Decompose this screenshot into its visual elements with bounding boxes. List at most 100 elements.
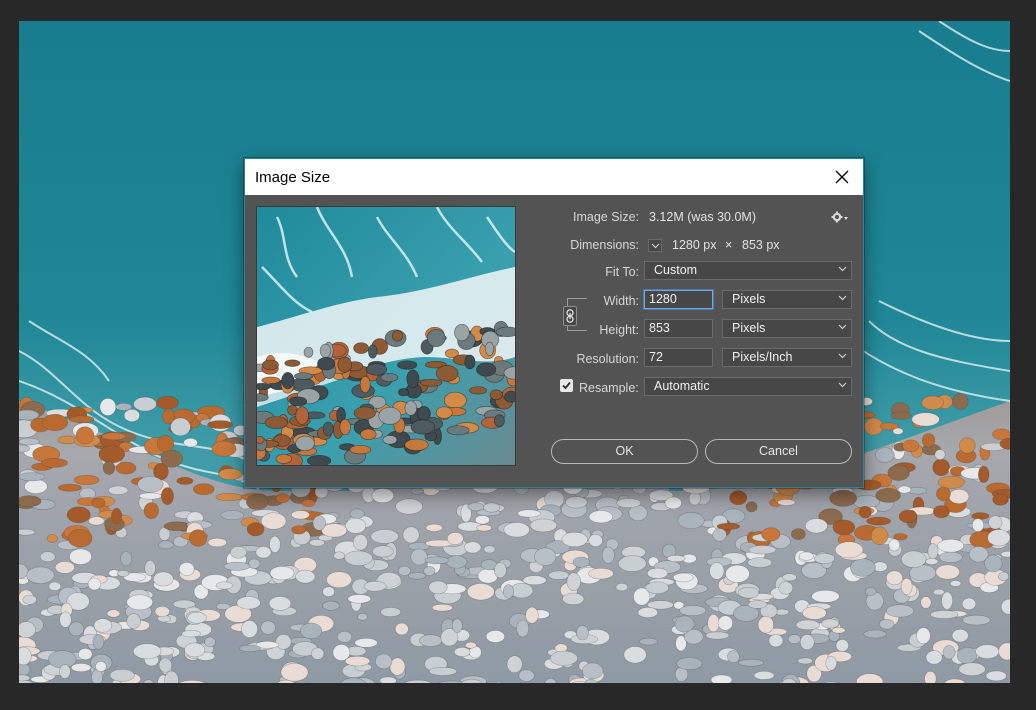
pebble [525, 606, 539, 624]
pebble [424, 556, 450, 565]
height-input[interactable] [649, 320, 708, 337]
pebble [864, 587, 877, 596]
preview-pebble [493, 414, 505, 428]
preview-pebble [360, 428, 377, 440]
pebble [301, 499, 316, 507]
pebble [787, 634, 801, 644]
chevron-down-icon [838, 324, 847, 330]
pebble [677, 511, 705, 529]
preview-pebble [322, 421, 334, 437]
ok-button[interactable]: OK [551, 439, 698, 464]
resolution-input[interactable] [649, 349, 708, 366]
pebble [936, 486, 951, 502]
pebble [54, 561, 75, 574]
pebble [241, 620, 258, 638]
width-field[interactable] [644, 290, 713, 309]
resample-select[interactable]: Automatic [644, 377, 852, 396]
preview-pebble [295, 406, 309, 425]
pebble [375, 653, 393, 670]
pebble [778, 581, 794, 595]
preview-pebble [281, 372, 295, 390]
pebble [69, 548, 92, 565]
chevron-down-icon [838, 295, 847, 301]
preview-pebble [435, 365, 459, 382]
resolution-unit-select[interactable]: Pixels/Inch [722, 348, 852, 367]
pebble [120, 551, 133, 567]
pebble [349, 508, 365, 519]
pebble [158, 540, 174, 550]
resolution-field[interactable] [644, 348, 713, 367]
pebble [275, 633, 292, 650]
height-field[interactable] [644, 319, 713, 338]
pebble [102, 460, 116, 475]
pebble [59, 664, 71, 679]
pebble [676, 657, 703, 670]
dialog-titlebar[interactable]: Image Size [245, 159, 863, 195]
height-unit-select[interactable]: Pixels [722, 319, 852, 338]
pebble [236, 596, 261, 610]
pebble [126, 613, 141, 629]
dimensions-units-dropdown[interactable] [648, 239, 662, 252]
pebble [727, 650, 740, 663]
pebble [312, 515, 326, 531]
pebble [988, 515, 1003, 530]
pebble [215, 492, 243, 502]
pebble [933, 505, 950, 519]
pebble [518, 669, 535, 682]
image-preview[interactable] [256, 206, 516, 466]
close-icon [835, 170, 849, 184]
resample-value: Automatic [654, 379, 710, 393]
fit-to-select[interactable]: Custom [644, 261, 852, 280]
preview-pebble [391, 330, 404, 342]
pebble [544, 678, 557, 683]
pebble [193, 483, 215, 496]
pebble [938, 551, 963, 563]
pebble [239, 644, 261, 653]
pebble [211, 440, 237, 457]
pebble [944, 678, 966, 683]
width-unit-select[interactable]: Pixels [722, 290, 852, 309]
pebble [637, 606, 658, 618]
preview-pebble [454, 323, 470, 342]
pebble [825, 655, 837, 671]
pebble [184, 642, 206, 658]
pebble [95, 661, 107, 672]
pebble [428, 580, 448, 595]
width-unit-value: Pixels [732, 292, 766, 306]
pebble [48, 581, 62, 591]
pebble [937, 475, 965, 489]
pebble [925, 558, 939, 565]
pebble [66, 506, 91, 524]
image-size-label: Image Size: [572, 210, 639, 224]
pebble [829, 489, 858, 507]
pebble [581, 662, 604, 680]
pebble [1000, 598, 1010, 615]
settings-button[interactable] [831, 210, 849, 228]
pebble [404, 679, 432, 683]
pebble [757, 615, 775, 634]
pebble [22, 594, 37, 605]
pebble [156, 395, 179, 410]
pebble [588, 533, 603, 547]
pebble [419, 634, 443, 647]
pebble [874, 447, 895, 463]
preview-pebble [349, 444, 372, 455]
pebble [354, 637, 378, 648]
pebble [372, 545, 394, 558]
pebble [747, 557, 773, 568]
cancel-button[interactable]: Cancel [705, 439, 852, 464]
pebble [502, 584, 514, 599]
pebble [410, 548, 428, 566]
pebble [987, 529, 1010, 547]
close-button[interactable] [827, 163, 857, 191]
width-input[interactable] [649, 291, 708, 308]
pebble [920, 596, 932, 609]
resample-checkbox[interactable] [560, 379, 573, 392]
pebble [832, 519, 855, 536]
pebble [93, 618, 113, 633]
dimensions-width-value: 1280 px [672, 238, 717, 252]
preview-pebble [464, 354, 476, 370]
pebble [87, 577, 102, 591]
pebble [483, 502, 501, 513]
pebble [831, 626, 846, 634]
